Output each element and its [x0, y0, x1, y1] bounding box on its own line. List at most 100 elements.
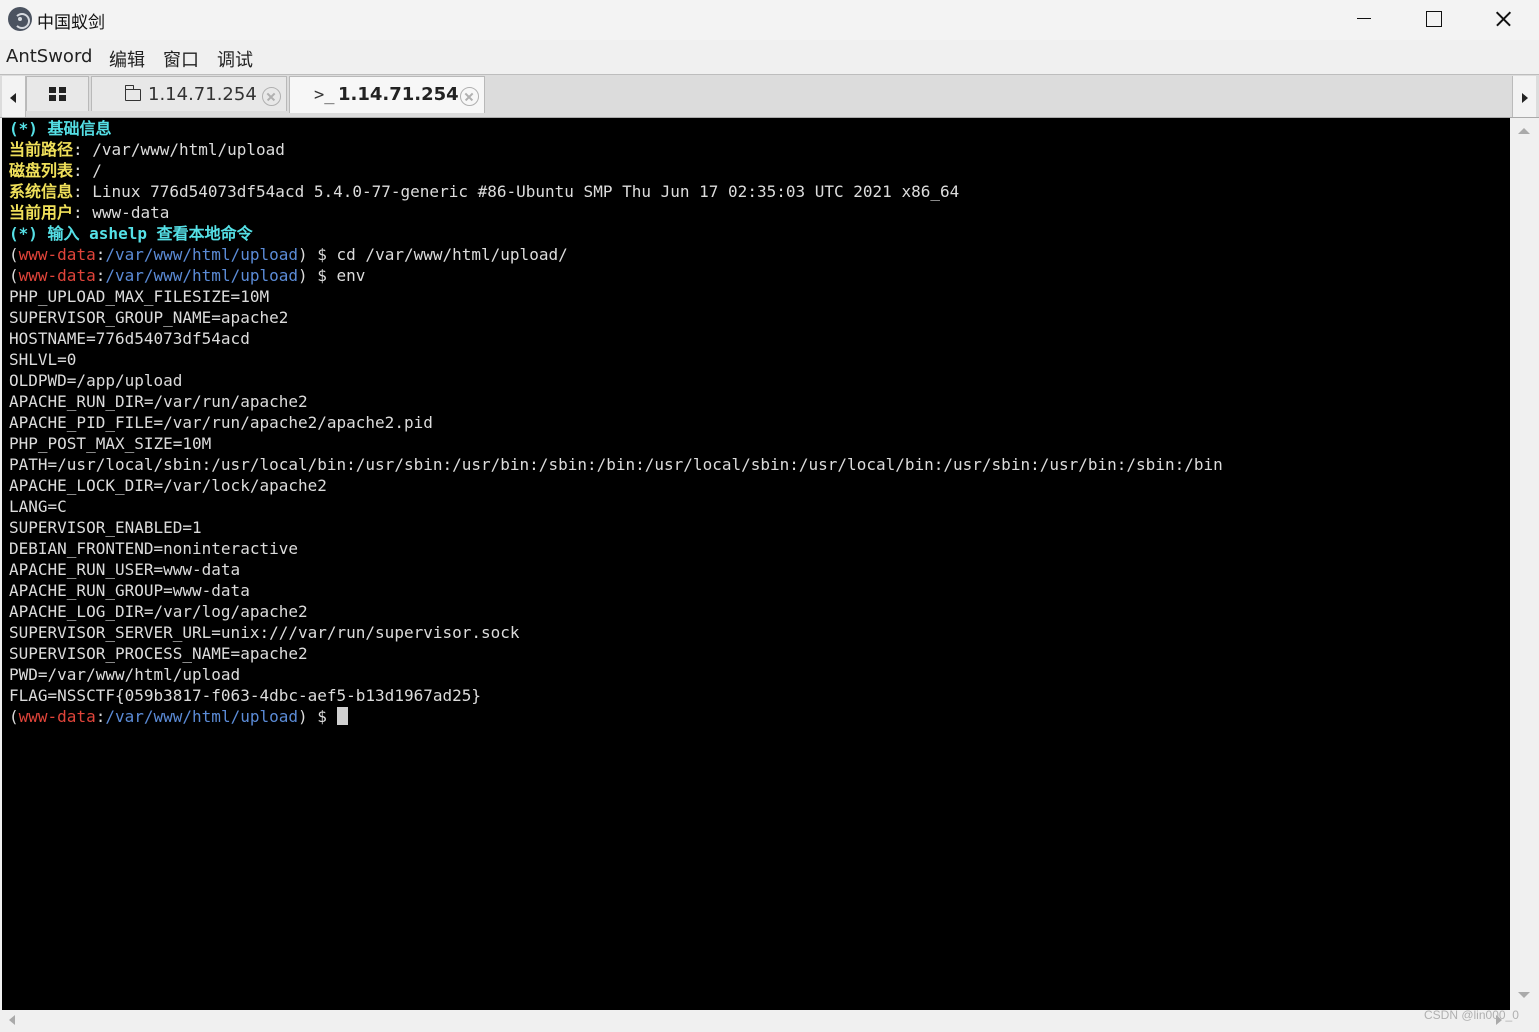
window-title: 中国蚁剑	[37, 13, 105, 33]
terminal-text: (*) 输入 ashelp 查看本地命令	[9, 224, 253, 243]
terminal-text: ) $	[298, 707, 337, 726]
terminal-line: 当前路径: /var/www/html/upload	[9, 139, 1223, 160]
tab-close-icon[interactable]	[460, 87, 479, 106]
scroll-up-icon[interactable]	[1512, 120, 1536, 140]
tab-label: 1.14.71.254	[148, 84, 257, 105]
scroll-down-icon[interactable]	[1512, 986, 1536, 1006]
terminal-text: HOSTNAME=776d54073df54acd	[9, 329, 250, 348]
terminal-text: APACHE_RUN_USER=www-data	[9, 560, 241, 579]
menu-edit[interactable]: 编辑	[109, 46, 145, 72]
title-bar: 中国蚁剑	[0, 0, 1539, 40]
terminal-text: (	[9, 707, 19, 726]
menu-bar: AntSword 编辑 窗口 调试	[0, 42, 1539, 72]
terminal-output: (*) 基础信息 当前路径: /var/www/html/upload 磁盘列表: …	[9, 118, 1223, 727]
terminal-line: FLAG=NSSCTF{059b3817-f063-4dbc-aef5-b13d…	[9, 685, 1223, 706]
terminal-line: DEBIAN_FRONTEND=noninteractive	[9, 538, 1223, 559]
terminal-line: (www-data:/var/www/html/upload) $ env	[9, 265, 1223, 286]
terminal-line: PWD=/var/www/html/upload	[9, 664, 1223, 685]
terminal-cursor	[336, 707, 348, 725]
terminal-line: APACHE_RUN_GROUP=www-data	[9, 580, 1223, 601]
terminal-text: ) $ cd /var/www/html/upload/	[298, 245, 568, 264]
terminal-text: SUPERVISOR_GROUP_NAME=apache2	[9, 308, 289, 327]
tab-close-icon[interactable]	[262, 87, 281, 106]
terminal-text: APACHE_RUN_GROUP=www-data	[9, 581, 250, 600]
terminal-line: HOSTNAME=776d54073df54acd	[9, 328, 1223, 349]
terminal-text: (	[9, 266, 19, 285]
terminal-text: :	[95, 245, 106, 264]
terminal-text: www-data	[18, 245, 96, 264]
terminal-line: 系统信息: Linux 776d54073df54acd 5.4.0-77-ge…	[9, 181, 1223, 202]
terminal-line: APACHE_LOG_DIR=/var/log/apache2	[9, 601, 1223, 622]
maximize-button[interactable]	[1398, 0, 1468, 38]
terminal-line: SUPERVISOR_PROCESS_NAME=apache2	[9, 643, 1223, 664]
terminal-text: APACHE_PID_FILE=/var/run/apache2/apache2…	[9, 413, 433, 432]
terminal-line: (www-data:/var/www/html/upload) $	[9, 706, 1223, 727]
terminal-text: :	[95, 266, 106, 285]
terminal-text: : /	[73, 161, 102, 180]
terminal-text: : Linux 776d54073df54acd 5.4.0-77-generi…	[73, 182, 960, 201]
terminal-text: APACHE_LOG_DIR=/var/log/apache2	[9, 602, 308, 621]
minimize-button[interactable]	[1329, 0, 1399, 38]
terminal-line: APACHE_LOCK_DIR=/var/lock/apache2	[9, 475, 1223, 496]
terminal-line: (*) 输入 ashelp 查看本地命令	[9, 223, 1223, 244]
terminal-text: :	[95, 707, 106, 726]
menu-window[interactable]: 窗口	[163, 46, 199, 72]
terminal-text: /var/www/html/upload	[105, 707, 298, 726]
terminal-text: : /var/www/html/upload	[73, 140, 285, 159]
terminal-text: : www-data	[73, 203, 170, 222]
terminal-text: PHP_POST_MAX_SIZE=10M	[9, 434, 212, 453]
terminal-text: OLDPWD=/app/upload	[9, 371, 183, 390]
menu-debug[interactable]: 调试	[217, 46, 253, 72]
terminal-text: PATH=/usr/local/sbin:/usr/local/bin:/usr…	[9, 455, 1223, 474]
terminal-line: 磁盘列表: /	[9, 160, 1223, 181]
terminal-text: SUPERVISOR_PROCESS_NAME=apache2	[9, 644, 308, 663]
scroll-left-icon[interactable]	[2, 1010, 22, 1030]
terminal-text: /var/www/html/upload	[105, 245, 298, 264]
tab-file-manager[interactable]: 1.14.71.254	[91, 76, 287, 111]
tab-scroll-right-button[interactable]	[1512, 76, 1536, 117]
tab-bar: 1.14.71.254 >_ 1.14.71.254	[0, 74, 1539, 118]
terminal-text: ) $ env	[298, 266, 366, 285]
terminal-line: PHP_UPLOAD_MAX_FILESIZE=10M	[9, 286, 1223, 307]
terminal-text: PHP_UPLOAD_MAX_FILESIZE=10M	[9, 287, 270, 306]
terminal-text: (*) 基础信息	[9, 119, 112, 138]
terminal-line: OLDPWD=/app/upload	[9, 370, 1223, 391]
terminal-line: APACHE_RUN_USER=www-data	[9, 559, 1223, 580]
terminal-text: SHLVL=0	[9, 350, 77, 369]
terminal-text: APACHE_RUN_DIR=/var/run/apache2	[9, 392, 308, 411]
terminal-text: FLAG=NSSCTF{059b3817-f063-4dbc-aef5-b13d…	[9, 686, 482, 705]
horizontal-scrollbar[interactable]	[2, 1010, 1510, 1030]
terminal-line: SUPERVISOR_GROUP_NAME=apache2	[9, 307, 1223, 328]
terminal-text: PWD=/var/www/html/upload	[9, 665, 241, 684]
terminal-text: 系统信息	[9, 182, 74, 201]
terminal-line: PHP_POST_MAX_SIZE=10M	[9, 433, 1223, 454]
terminal-text: 当前用户	[9, 203, 74, 222]
terminal-text: www-data	[18, 266, 96, 285]
terminal-text: www-data	[18, 707, 96, 726]
terminal-icon: >_	[314, 85, 335, 105]
terminal-line: SUPERVISOR_ENABLED=1	[9, 517, 1223, 538]
terminal-line: SHLVL=0	[9, 349, 1223, 370]
terminal-line: APACHE_PID_FILE=/var/run/apache2/apache2…	[9, 412, 1223, 433]
terminal-line: PATH=/usr/local/sbin:/usr/local/bin:/usr…	[9, 454, 1223, 475]
tab-home[interactable]	[26, 76, 89, 111]
terminal-line: (www-data:/var/www/html/upload) $ cd /va…	[9, 244, 1223, 265]
terminal-text: APACHE_LOCK_DIR=/var/lock/apache2	[9, 476, 327, 495]
tab-scroll-left-button[interactable]	[2, 76, 26, 117]
terminal-text: SUPERVISOR_ENABLED=1	[9, 518, 202, 537]
terminal-text: DEBIAN_FRONTEND=noninteractive	[9, 539, 298, 558]
tab-terminal[interactable]: >_ 1.14.71.254	[289, 76, 485, 113]
terminal-line: APACHE_RUN_DIR=/var/run/apache2	[9, 391, 1223, 412]
terminal-text: LANG=C	[9, 497, 67, 516]
terminal-text: SUPERVISOR_SERVER_URL=unix:///var/run/su…	[9, 623, 520, 642]
terminal-line: 当前用户: www-data	[9, 202, 1223, 223]
vertical-scrollbar[interactable]	[1512, 118, 1536, 1010]
terminal-line: SUPERVISOR_SERVER_URL=unix:///var/run/su…	[9, 622, 1223, 643]
terminal-line: (*) 基础信息	[9, 118, 1223, 139]
folder-icon	[124, 85, 141, 101]
terminal-pane[interactable]: (*) 基础信息 当前路径: /var/www/html/upload 磁盘列表: …	[2, 118, 1510, 1010]
close-button[interactable]	[1468, 0, 1538, 38]
grid-icon	[49, 87, 67, 102]
menu-antsword[interactable]: AntSword	[6, 46, 92, 67]
watermark: CSDN @lin000_0	[1424, 1008, 1519, 1022]
